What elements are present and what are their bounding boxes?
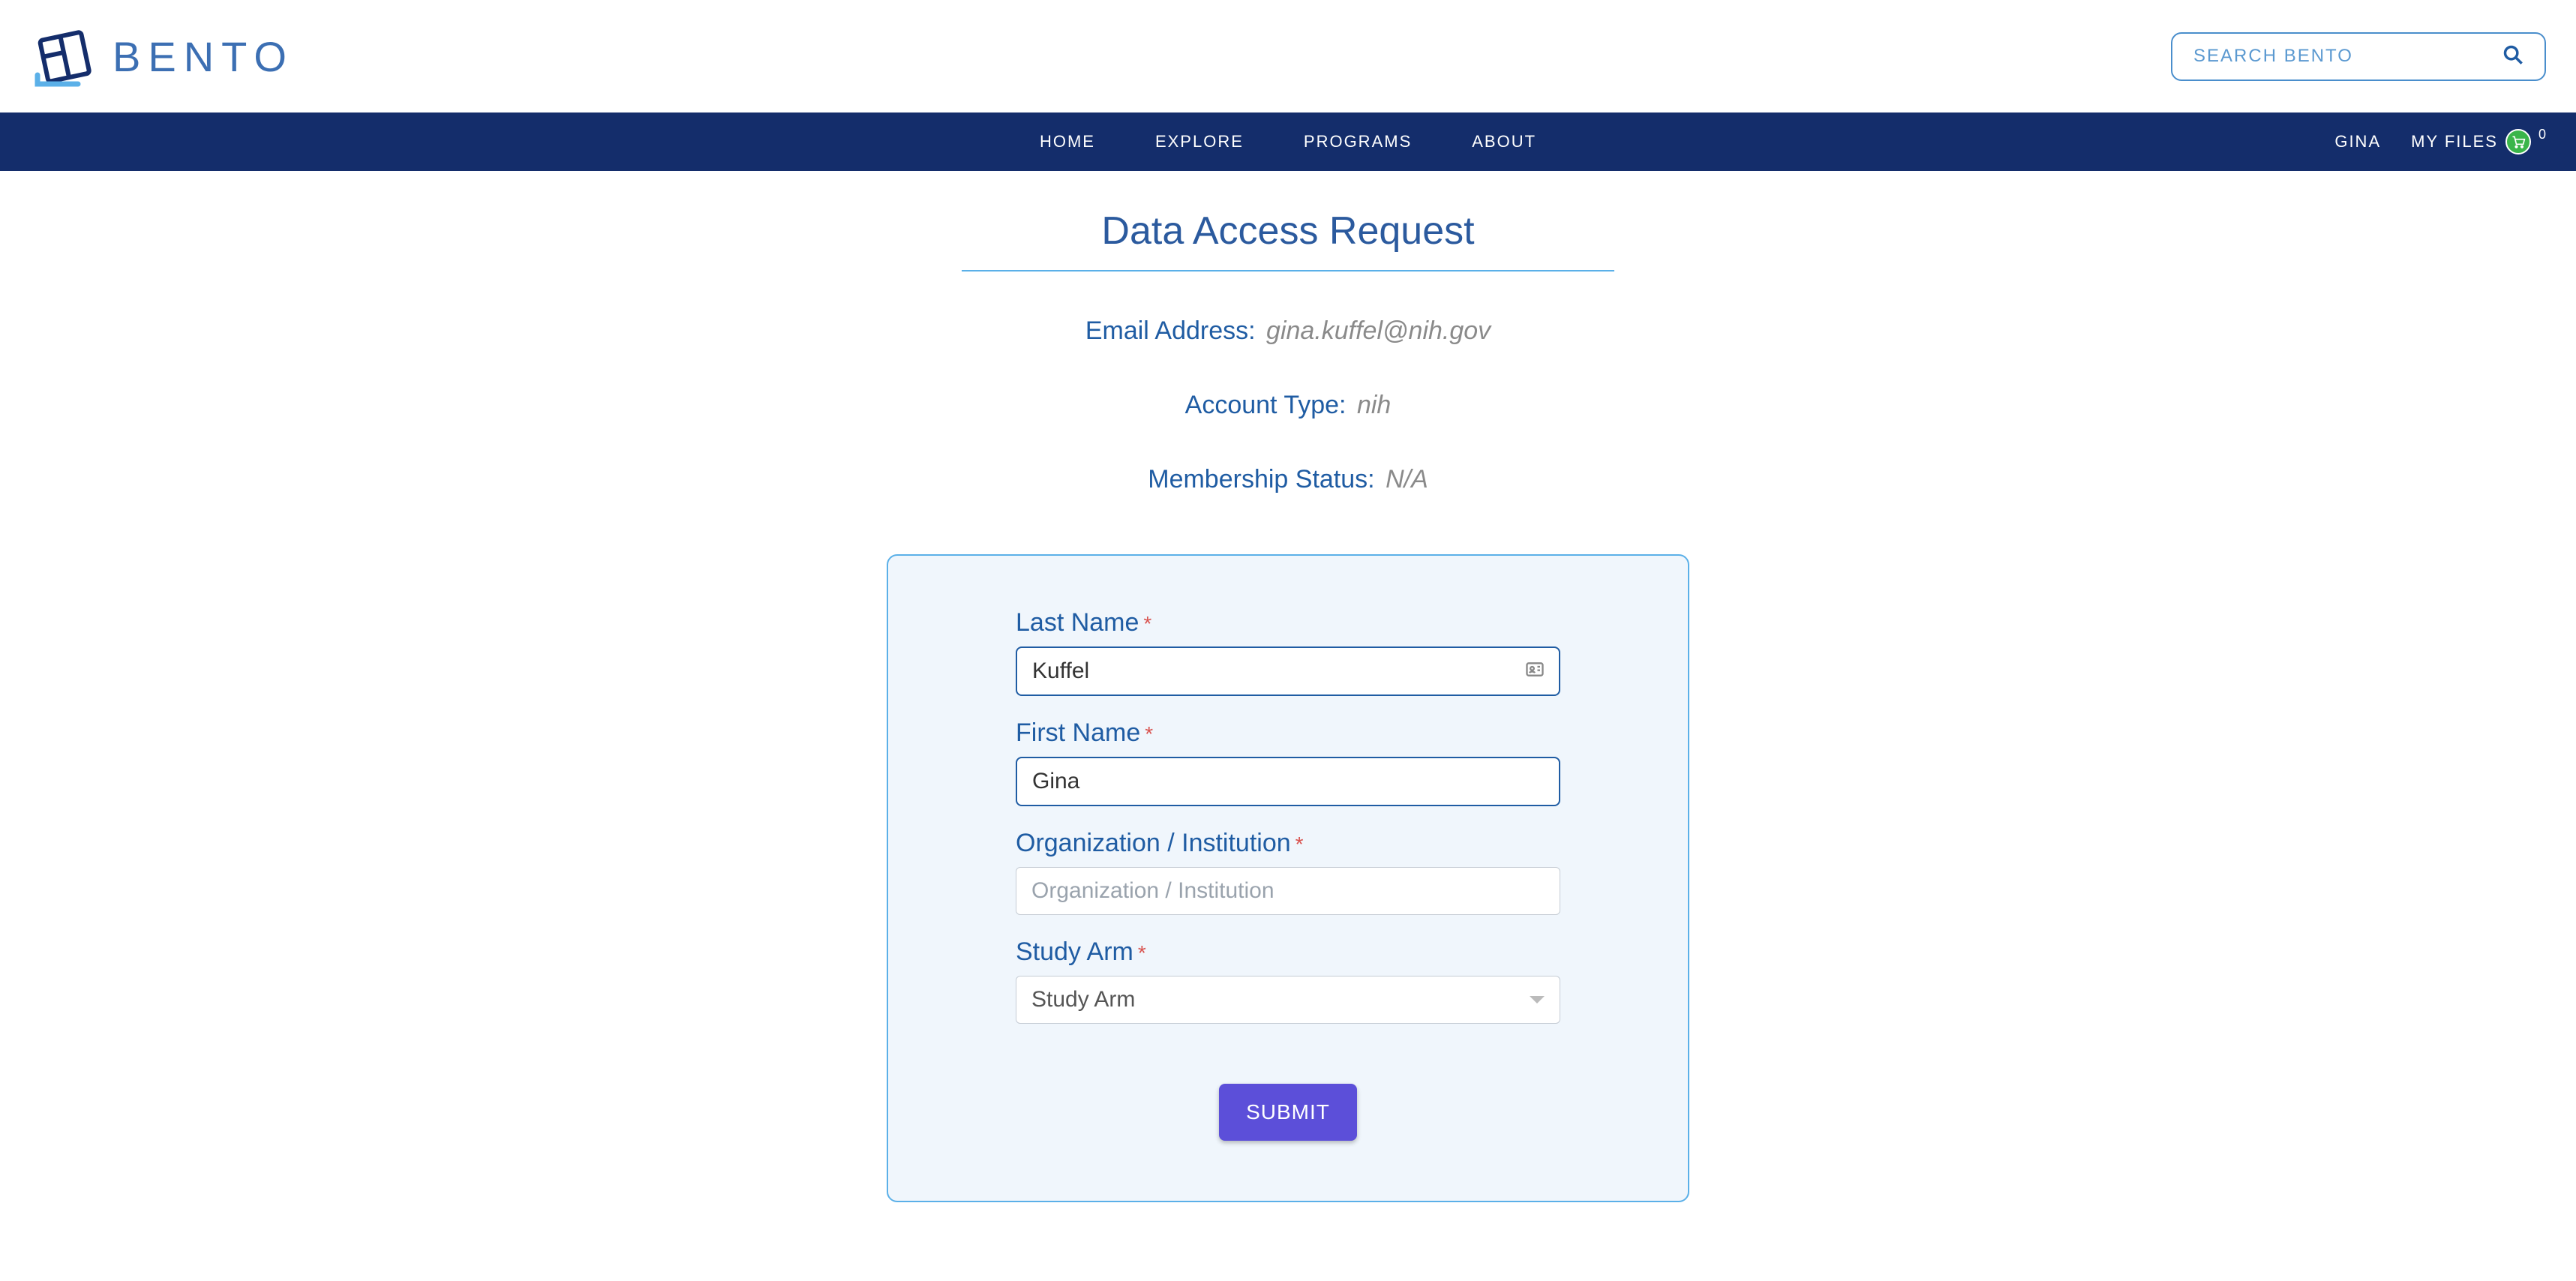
last-name-input[interactable] [1016, 646, 1560, 696]
title-underline [962, 270, 1614, 272]
nav-programs[interactable]: PROGRAMS [1304, 132, 1412, 152]
study-arm-group: Study Arm* Study Arm [1016, 938, 1560, 1024]
nav-home[interactable]: HOME [1040, 132, 1095, 152]
info-email: Email Address: gina.kuffel@nih.gov [0, 316, 2576, 346]
org-input[interactable] [1016, 867, 1560, 915]
first-name-label-text: First Name [1016, 718, 1140, 747]
membership-value: N/A [1386, 465, 1428, 494]
nav-user[interactable]: GINA [2334, 132, 2381, 152]
header-top: BENTO [0, 0, 2576, 112]
bento-logo-icon [30, 22, 98, 90]
account-type-label: Account Type: [1185, 391, 1347, 419]
search-input[interactable] [2193, 46, 2502, 67]
membership-label: Membership Status: [1148, 465, 1374, 494]
info-membership: Membership Status: N/A [0, 465, 2576, 494]
contact-card-icon [1524, 659, 1545, 684]
cart-count: 0 [2538, 127, 2546, 142]
search-icon[interactable] [2502, 44, 2523, 69]
nav-explore[interactable]: EXPLORE [1155, 132, 1244, 152]
nav-about[interactable]: ABOUT [1472, 132, 1536, 152]
required-star: * [1138, 941, 1146, 964]
required-star: * [1143, 612, 1151, 635]
nav-right: GINA MY FILES 0 [2334, 129, 2546, 154]
account-type-value: nih [1357, 391, 1391, 419]
info-account-type: Account Type: nih [0, 391, 2576, 420]
submit-button[interactable]: SUBMIT [1219, 1084, 1357, 1141]
my-files-label: MY FILES [2411, 132, 2498, 152]
search-box[interactable] [2171, 32, 2546, 81]
required-star: * [1145, 722, 1153, 746]
nav-center: HOME EXPLORE PROGRAMS ABOUT [1040, 132, 1536, 152]
cart-icon [2505, 129, 2531, 154]
logo[interactable]: BENTO [30, 22, 294, 90]
required-star: * [1296, 832, 1304, 856]
org-label-text: Organization / Institution [1016, 829, 1291, 857]
my-files[interactable]: MY FILES 0 [2411, 129, 2546, 154]
study-arm-label: Study Arm* [1016, 938, 1560, 967]
submit-wrap: SUBMIT [1016, 1084, 1560, 1141]
email-value: gina.kuffel@nih.gov [1266, 316, 1491, 345]
study-arm-selected: Study Arm [1031, 987, 1135, 1012]
last-name-label-text: Last Name [1016, 608, 1139, 637]
navbar: HOME EXPLORE PROGRAMS ABOUT GINA MY FILE… [0, 112, 2576, 171]
first-name-label: First Name* [1016, 718, 1560, 748]
last-name-group: Last Name* [1016, 608, 1560, 696]
org-label: Organization / Institution* [1016, 829, 1560, 858]
first-name-input[interactable] [1016, 757, 1560, 806]
study-arm-select[interactable]: Study Arm [1016, 976, 1560, 1024]
org-group: Organization / Institution* [1016, 829, 1560, 915]
page-title: Data Access Request [0, 208, 2576, 254]
study-arm-label-text: Study Arm [1016, 938, 1133, 966]
last-name-label: Last Name* [1016, 608, 1560, 638]
first-name-group: First Name* [1016, 718, 1560, 806]
form-card: Last Name* First Name* Organization / In… [887, 554, 1689, 1202]
email-label: Email Address: [1085, 316, 1256, 345]
chevron-down-icon [1530, 996, 1545, 1004]
brand-text: BENTO [113, 32, 294, 81]
